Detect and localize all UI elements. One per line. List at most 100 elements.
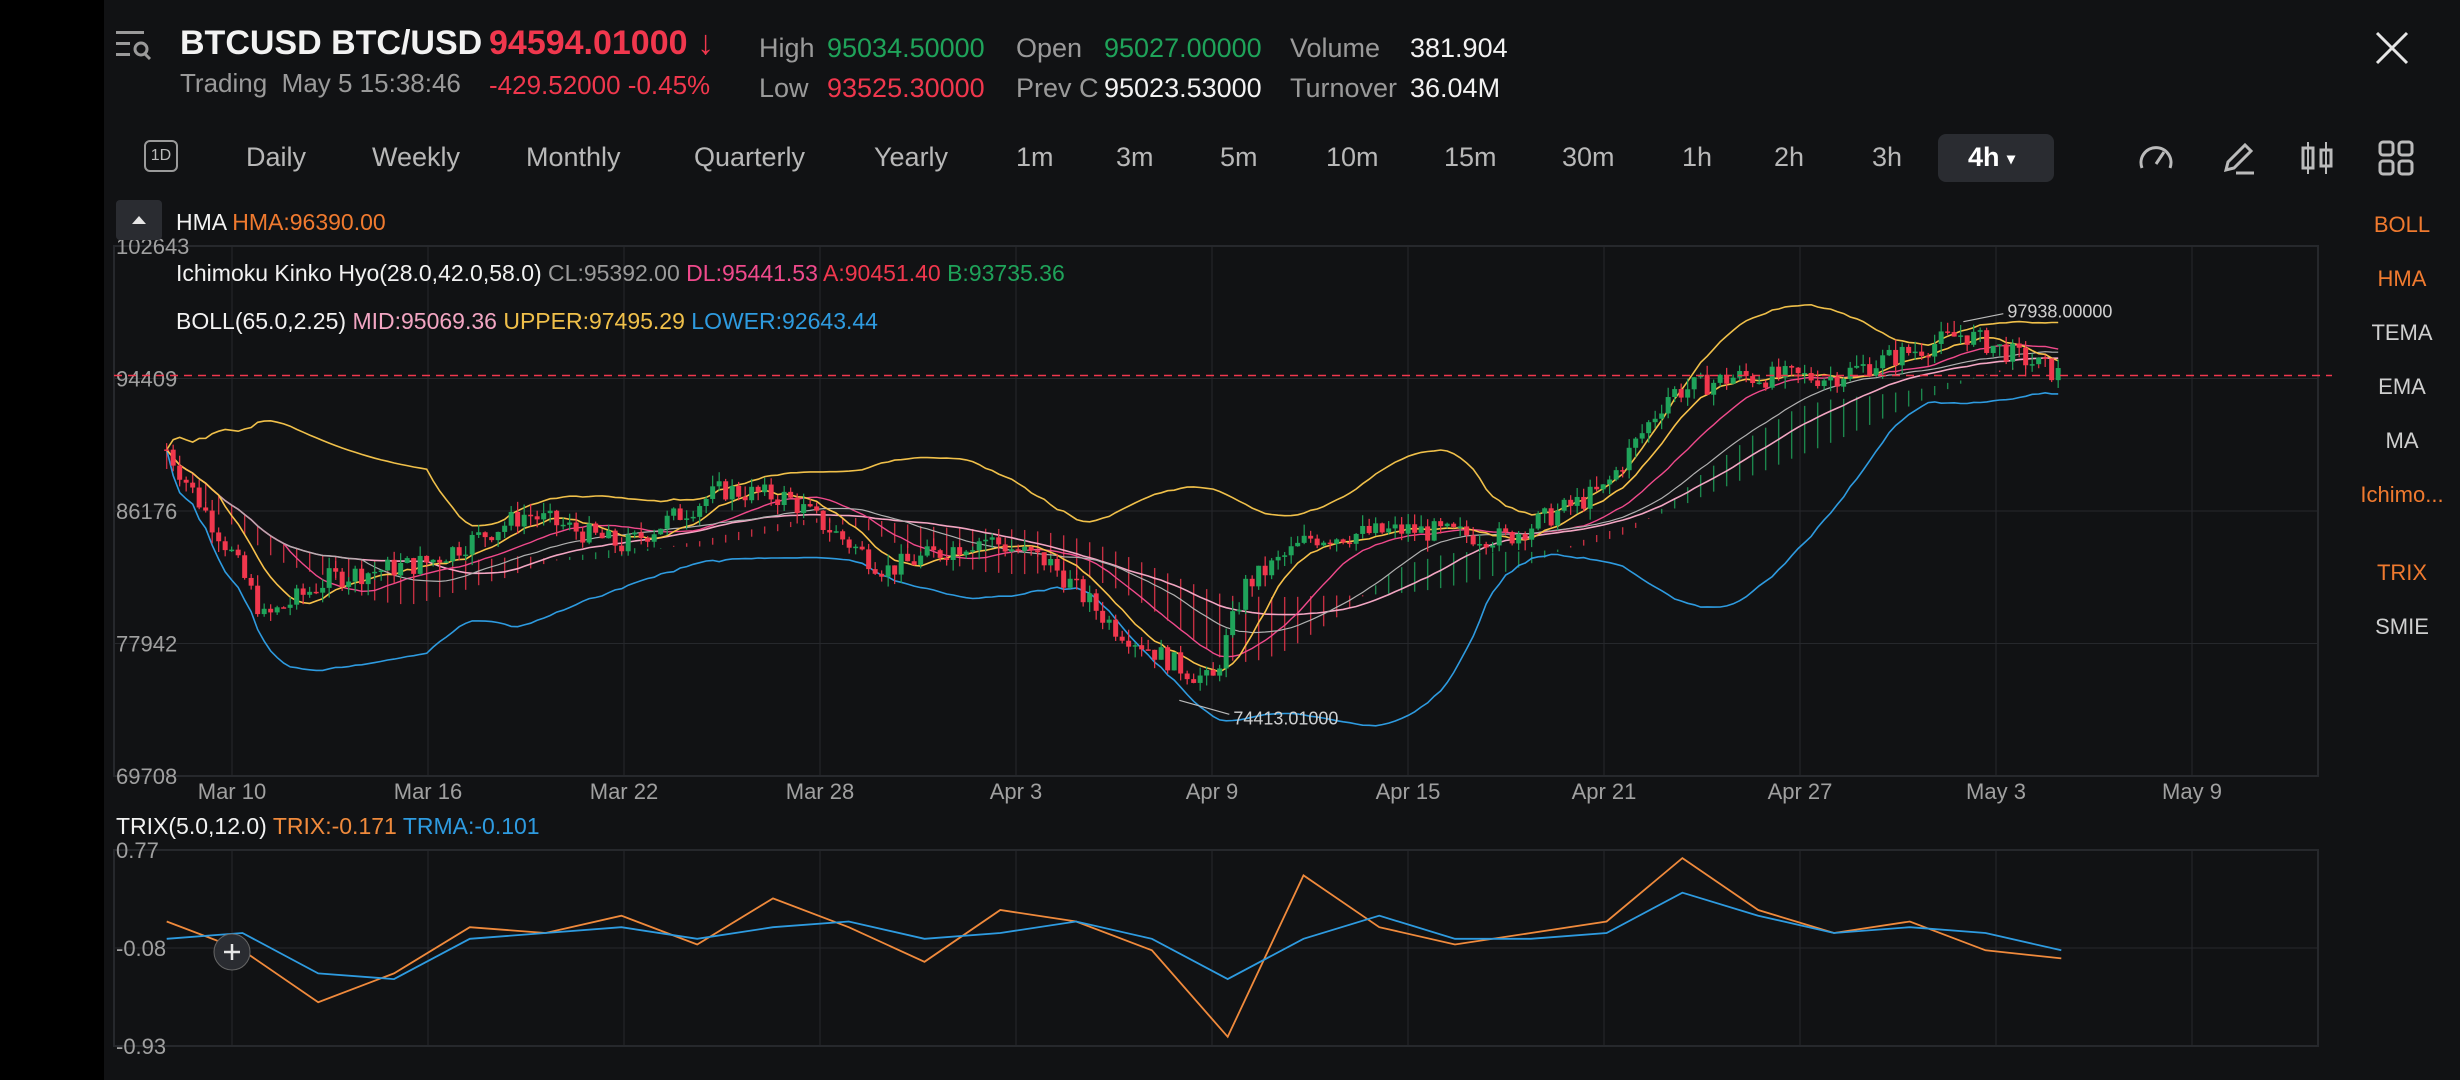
candle-body xyxy=(365,573,371,585)
candle-body xyxy=(677,508,683,520)
candle-body xyxy=(1197,675,1203,683)
candle-body xyxy=(879,573,885,577)
indicator-ichimoku[interactable]: Ichimo... xyxy=(2344,482,2460,508)
candle-body xyxy=(1685,389,1691,398)
period-1m[interactable]: 1m xyxy=(1016,142,1054,173)
candle-body xyxy=(1516,534,1522,544)
indicator-smie[interactable]: SMIE xyxy=(2344,614,2460,640)
candle-body xyxy=(1002,544,1008,552)
layout-grid-icon[interactable] xyxy=(2376,138,2416,178)
period-1h[interactable]: 1h xyxy=(1682,142,1712,173)
candle-body xyxy=(775,499,781,506)
candle-body xyxy=(1990,345,1996,354)
period-5m[interactable]: 5m xyxy=(1220,142,1258,173)
period-30m[interactable]: 30m xyxy=(1562,142,1615,173)
candle-body xyxy=(1633,438,1639,448)
indicator-ma[interactable]: MA xyxy=(2344,428,2460,454)
x-tick-label: Apr 3 xyxy=(990,779,1043,804)
candle-body xyxy=(885,565,891,577)
turnover-value: 36.04M xyxy=(1410,73,1501,103)
candle-body xyxy=(1243,578,1249,610)
candle-body xyxy=(1405,524,1411,534)
x-tick-label: Apr 9 xyxy=(1186,779,1239,804)
period-yearly[interactable]: Yearly xyxy=(874,142,948,173)
y-tick-label: 86176 xyxy=(116,499,177,524)
candle-body xyxy=(976,541,982,551)
draw-pencil-icon[interactable] xyxy=(2218,138,2258,178)
indicator-ema[interactable]: EMA xyxy=(2344,374,2460,400)
candle-body xyxy=(580,531,586,543)
trix-y-tick-label: -0.93 xyxy=(116,1034,166,1059)
candle-body xyxy=(372,571,378,574)
candle-body xyxy=(1022,546,1028,551)
candle-body xyxy=(1373,523,1379,534)
candle-body xyxy=(554,510,560,526)
day-calendar-icon[interactable]: 1D xyxy=(144,140,178,172)
candle-body xyxy=(2042,357,2048,360)
symbol-title: BTCUSD BTC/USD xyxy=(180,24,483,62)
x-tick-label: Mar 10 xyxy=(198,779,266,804)
candle-body xyxy=(983,539,989,542)
candle-body xyxy=(281,607,287,609)
indicator-tema[interactable]: TEMA xyxy=(2344,320,2460,346)
period-3h[interactable]: 3h xyxy=(1872,142,1902,173)
indicator-trix[interactable]: TRIX xyxy=(2344,560,2460,586)
candle-body xyxy=(768,484,774,500)
candle-body xyxy=(1717,374,1723,383)
candle-body xyxy=(287,604,293,608)
volume-value: 381.904 xyxy=(1410,33,1508,63)
candle-body xyxy=(359,568,365,585)
low-label: Low xyxy=(759,73,809,103)
trix-name: TRIX(5.0,12.0) xyxy=(116,813,267,839)
period-10m[interactable]: 10m xyxy=(1326,142,1379,173)
candle-body xyxy=(482,532,488,538)
candle-body xyxy=(1503,528,1509,532)
candle-body xyxy=(1548,508,1554,526)
candle-body xyxy=(1763,382,1769,388)
candlestick-type-icon[interactable] xyxy=(2298,138,2338,178)
indicator-boll[interactable]: BOLL xyxy=(2344,212,2460,238)
x-tick-label: Mar 16 xyxy=(394,779,462,804)
period-2h[interactable]: 2h xyxy=(1774,142,1804,173)
candle-body xyxy=(177,465,183,480)
candle-body xyxy=(1834,376,1840,387)
period-weekly[interactable]: Weekly xyxy=(372,142,460,173)
price-change-pct: -0.45% xyxy=(627,70,711,100)
candle-body xyxy=(1470,535,1476,545)
candle-body xyxy=(164,449,170,451)
y-tick-label: 77942 xyxy=(116,631,177,656)
candle-body xyxy=(443,561,449,563)
candle-body xyxy=(1854,365,1860,368)
candle-body xyxy=(1015,549,1021,551)
candle-body xyxy=(1230,611,1236,636)
candle-body xyxy=(1483,544,1489,548)
candle-body xyxy=(346,581,352,587)
period-monthly[interactable]: Monthly xyxy=(526,142,621,173)
period-daily[interactable]: Daily xyxy=(246,142,306,173)
trix-y-tick-label: -0.08 xyxy=(116,936,166,961)
trma-value: TRMA:-0.101 xyxy=(402,813,540,839)
period-quarterly[interactable]: Quarterly xyxy=(694,142,805,173)
candle-body xyxy=(2029,364,2035,366)
indicator-hma[interactable]: HMA xyxy=(2344,266,2460,292)
candle-body xyxy=(235,549,241,556)
period-15m[interactable]: 15m xyxy=(1444,142,1497,173)
close-icon[interactable] xyxy=(2372,28,2412,68)
menu-search-icon[interactable] xyxy=(114,28,154,62)
period-3m[interactable]: 3m xyxy=(1116,142,1154,173)
candle-body xyxy=(1061,570,1067,588)
candle-body xyxy=(196,487,202,508)
candle-body xyxy=(1665,397,1671,414)
candle-body xyxy=(1678,389,1684,398)
candle-body xyxy=(1028,546,1034,551)
candle-body xyxy=(209,510,215,533)
candle-body xyxy=(567,522,573,525)
candle-body xyxy=(762,484,768,493)
speedometer-icon[interactable] xyxy=(2136,138,2176,178)
candle-body xyxy=(1392,524,1398,529)
candle-body xyxy=(248,577,254,586)
candle-body xyxy=(333,568,339,572)
period-4h-selected[interactable]: 4h ▾ xyxy=(1938,134,2054,182)
boll-lower: LOWER:92643.44 xyxy=(691,308,878,334)
collapse-indicators-button[interactable] xyxy=(116,200,162,240)
